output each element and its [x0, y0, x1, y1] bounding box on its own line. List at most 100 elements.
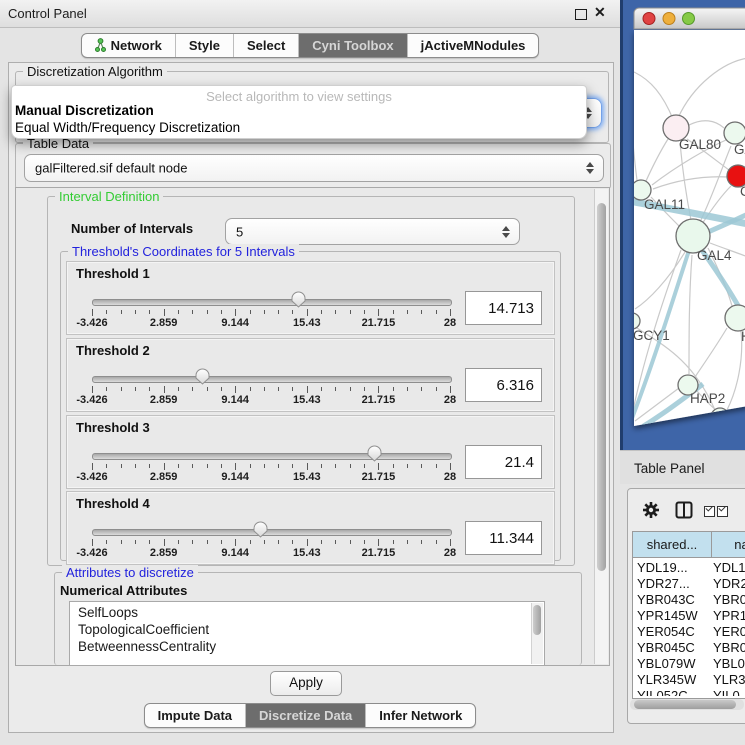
slider-tick-label: 15.43 [293, 547, 321, 559]
threshold-slider-thumb[interactable] [366, 445, 383, 462]
threshold-value-field[interactable]: 14.713 [465, 291, 542, 325]
threshold-slider-track[interactable] [92, 529, 452, 536]
table-row[interactable]: YER054CYER0 [633, 624, 745, 640]
network-node-GA[interactable] [724, 122, 745, 144]
table-row[interactable]: YIL052CYIL0 [633, 688, 745, 696]
tab-cyni-toolbox[interactable]: Cyni Toolbox [298, 34, 406, 57]
combo-spinner-icon [586, 162, 594, 174]
table-cell: YLR345W [637, 672, 696, 687]
attribute-item[interactable]: SelfLoops [78, 605, 138, 620]
tab-infer-network[interactable]: Infer Network [365, 704, 475, 727]
slider-tick-label: 15.43 [293, 317, 321, 329]
tab-select[interactable]: Select [233, 34, 298, 57]
settings-scroll-panel: Interval Definition Number of Intervals … [15, 187, 610, 666]
threshold-label: Threshold 3 [76, 420, 150, 435]
table-row[interactable]: YDR27...YDR2 [633, 576, 745, 592]
threshold-slider-thumb[interactable] [252, 521, 269, 538]
threshold-slider-track[interactable] [92, 453, 452, 460]
table-row[interactable]: YBR043CYBR0 [633, 592, 745, 608]
network-node-node-partial[interactable] [711, 408, 729, 426]
table-header-name[interactable]: na [712, 532, 745, 558]
node-table[interactable]: shared...naYDL19...YDL1YDR27...YDR2YBR04… [632, 531, 745, 699]
tab-style[interactable]: Style [175, 34, 233, 57]
threshold-slider-thumb[interactable] [194, 368, 211, 385]
columns-icon[interactable] [675, 501, 693, 519]
gear-icon[interactable] [642, 501, 660, 519]
close-icon[interactable]: ✕ [594, 4, 606, 21]
threshold-slider-track[interactable] [92, 376, 452, 383]
slider-tick-label: 2.859 [150, 317, 178, 329]
table-cell: YBR0 [713, 640, 745, 655]
float-window-icon[interactable] [575, 9, 587, 20]
threshold-slider-thumb[interactable] [290, 291, 307, 308]
threshold-panel: Threshold 1-3.4262.8599.14415.4321.71528… [66, 261, 555, 335]
scrollbar-thumb[interactable] [533, 605, 541, 635]
attribute-item[interactable]: BetweennessCentrality [78, 639, 216, 654]
tab-label: Infer Network [379, 708, 462, 723]
table-row[interactable]: YPR145WYPR1 [633, 608, 745, 624]
node-label: GAL4 [697, 248, 732, 263]
attribute-item[interactable]: TopologicalCoefficient [78, 622, 209, 637]
node-label: GCY1 [633, 328, 670, 343]
slider-tick-label: 21.715 [362, 317, 396, 329]
tab-label: Impute Data [158, 708, 232, 723]
algorithm-option[interactable]: Manual Discretization [15, 103, 154, 118]
slider-tick-label: 21.715 [362, 547, 396, 559]
zoom-traffic-light[interactable] [683, 13, 695, 25]
slider-ticks [92, 539, 450, 548]
threshold-panel: Threshold 4-3.4262.8599.14415.4321.71528… [66, 491, 555, 565]
cyni-mode-tabbar: Impute Data Discretize Data Infer Network [0, 703, 620, 728]
tab-discretize-data[interactable]: Discretize Data [245, 704, 365, 727]
checkbox-checked-icon[interactable] [704, 506, 715, 517]
threshold-value-field[interactable]: 11.344 [465, 521, 542, 555]
table-row[interactable]: YBR045CYBR0 [633, 640, 745, 656]
slider-tick-label: 21.715 [362, 471, 396, 483]
network-node-GCY1[interactable] [624, 313, 640, 329]
algorithm-option[interactable]: Equal Width/Frequency Discretization [15, 120, 240, 135]
slider-tick-label: -3.426 [76, 317, 107, 329]
list-scrollbar[interactable] [531, 603, 543, 664]
table-header-shared[interactable]: shared... [633, 532, 712, 558]
table-cell: YER0 [713, 624, 745, 639]
slider-tick-label: -3.426 [76, 471, 107, 483]
tab-network[interactable]: Network [82, 34, 175, 57]
node-label: H [741, 329, 745, 344]
scrollbar-thumb[interactable] [597, 203, 606, 571]
table-data-combobox[interactable]: galFiltered.sif default node [24, 154, 604, 182]
close-traffic-light[interactable] [643, 13, 655, 25]
threshold-value-field[interactable]: 21.4 [465, 445, 542, 479]
vertical-scrollbar[interactable] [594, 189, 608, 664]
horizontal-scrollbar[interactable] [630, 699, 744, 710]
table-cell: YPR1 [713, 608, 745, 623]
tab-label: Discretize Data [259, 708, 352, 723]
threshold-value-field[interactable]: 6.316 [465, 368, 542, 402]
slider-tick-label: 15.43 [293, 471, 321, 483]
slider-tick-label: -3.426 [76, 547, 107, 559]
scrollbar-thumb[interactable] [634, 700, 736, 709]
slider-tick-label: 9.144 [221, 394, 249, 406]
number-of-intervals-combobox[interactable]: 5 [225, 218, 520, 245]
numerical-attributes-list[interactable]: SelfLoops TopologicalCoefficient Betweenne… [69, 601, 545, 666]
table-row[interactable]: YBL079WYBL0 [633, 656, 745, 672]
table-panel-area: shared...naYDL19...YDL1YDR27...YDR2YBR04… [620, 484, 745, 745]
table-row[interactable]: YLR345W YLR3 [633, 672, 745, 688]
table-cell: YDL1 [713, 560, 745, 575]
table-cell: YLR3 [713, 672, 745, 687]
table-data-group: Table Data galFiltered.sif default node [15, 143, 611, 189]
table-panel-window: shared...naYDL19...YDL1YDR27...YDR2YBR04… [627, 488, 745, 724]
threshold-panel: Threshold 2-3.4262.8599.14415.4321.71528… [66, 338, 555, 412]
tab-jactivemnodules[interactable]: jActiveMNodules [407, 34, 539, 57]
numerical-attributes-label: Numerical Attributes [60, 583, 187, 598]
slider-tick-label: 15.43 [293, 394, 321, 406]
network-node-H[interactable] [725, 305, 745, 331]
slider-tick-label: 9.144 [221, 317, 249, 329]
checkbox-checked-icon[interactable] [717, 506, 728, 517]
table-cell: YBR043C [637, 592, 695, 607]
minimize-traffic-light[interactable] [663, 13, 675, 25]
threshold-slider-track[interactable] [92, 299, 452, 306]
tab-impute-data[interactable]: Impute Data [145, 704, 245, 727]
table-row[interactable]: YDL19...YDL1 [633, 560, 745, 576]
slider-ticks [92, 463, 450, 472]
apply-button[interactable]: Apply [270, 671, 342, 696]
table-panel-title: Table Panel [634, 461, 705, 476]
